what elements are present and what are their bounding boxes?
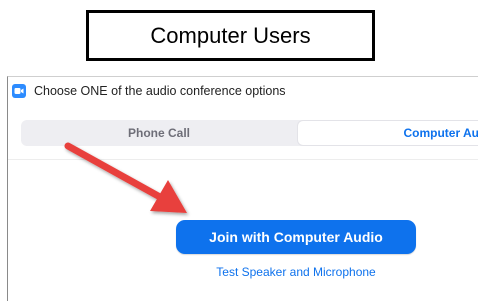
- zoom-camera-icon: [12, 84, 26, 98]
- audio-tabs: Phone Call Computer Audio: [21, 120, 478, 146]
- audio-options-dialog: Choose ONE of the audio conference optio…: [7, 76, 478, 301]
- tab-phone-call-label: Phone Call: [127, 126, 190, 140]
- test-speaker-microphone-link[interactable]: Test Speaker and Microphone: [176, 265, 416, 279]
- caption-box: Computer Users: [86, 10, 375, 61]
- join-button-label: Join with Computer Audio: [209, 229, 383, 245]
- tab-computer-audio[interactable]: Computer Audio: [297, 120, 478, 146]
- test-link-label: Test Speaker and Microphone: [216, 265, 376, 279]
- caption-text: Computer Users: [150, 22, 311, 48]
- tab-phone-call[interactable]: Phone Call: [21, 120, 297, 146]
- screenshot-stage: Computer Users Choose ONE of the audio c…: [0, 0, 478, 301]
- join-computer-audio-button[interactable]: Join with Computer Audio: [176, 220, 416, 254]
- tab-divider: [8, 159, 478, 160]
- dialog-titlebar: Choose ONE of the audio conference optio…: [8, 77, 478, 105]
- tab-computer-audio-label: Computer Audio: [403, 126, 478, 140]
- dialog-title: Choose ONE of the audio conference optio…: [34, 84, 286, 98]
